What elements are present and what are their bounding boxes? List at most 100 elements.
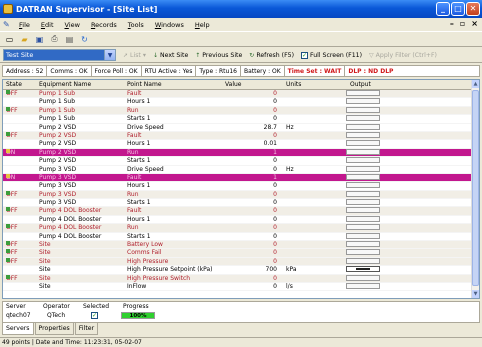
table-row[interactable]: OFF Pump 4 DOL Booster Run 0 xyxy=(3,224,472,233)
server-panel: Server Operator Selected Progress qtech0… xyxy=(2,301,480,323)
table-row[interactable]: Pump 1 Sub Hours 1 0 xyxy=(3,98,472,107)
save-icon[interactable]: ▣ xyxy=(33,33,46,46)
output-cell[interactable] xyxy=(346,106,380,113)
output-cell[interactable] xyxy=(346,98,380,105)
table-row[interactable]: OFF Site Battery Low 0 xyxy=(3,241,472,250)
print-icon[interactable]: ⎙ xyxy=(48,33,61,46)
output-cell[interactable] xyxy=(346,165,380,172)
refresh-button[interactable]: ↻ Refresh (F5) xyxy=(249,52,294,59)
output-cell[interactable] xyxy=(346,148,380,155)
table-row[interactable]: Site InFlow l/s 0 xyxy=(3,282,472,292)
next-site-button[interactable]: ↓ Next Site xyxy=(153,52,188,59)
output-cell[interactable] xyxy=(346,115,380,122)
mdi-close-button[interactable]: × xyxy=(471,19,478,28)
col-equipment-name[interactable]: Equipment Name xyxy=(39,81,91,88)
vertical-scrollbar[interactable]: ▲ ▼ xyxy=(471,80,479,298)
menu-file[interactable]: File xyxy=(19,21,30,29)
output-cell[interactable] xyxy=(346,274,380,281)
print-preview-icon[interactable]: ▤ xyxy=(63,33,76,46)
table-row[interactable]: OFF Site Comms Fail 0 xyxy=(3,249,472,258)
table-row[interactable]: Pump 2 VSD Hours 1 0.01 xyxy=(3,140,472,149)
list-button[interactable]: ➚ List ▾ xyxy=(123,52,146,59)
col-value[interactable]: Value xyxy=(225,81,241,88)
tab-properties[interactable]: Properties xyxy=(34,323,74,335)
scroll-thumb[interactable] xyxy=(472,90,479,286)
close-button[interactable]: ✕ xyxy=(466,2,480,16)
status-bar: 49 points | Date and Time: 11:23:31, 05-… xyxy=(0,337,482,347)
full-screen-toggle[interactable]: ✓ Full Screen (F11) xyxy=(300,51,362,59)
tab-filter[interactable]: Filter xyxy=(74,323,99,335)
menu-view[interactable]: View xyxy=(65,21,80,29)
open-folder-icon[interactable]: ▰ xyxy=(18,33,31,46)
table-row[interactable]: OFF Pump 2 VSD Fault 0 xyxy=(3,131,472,141)
output-cell[interactable] xyxy=(346,224,380,231)
output-cell[interactable] xyxy=(346,173,380,180)
chevron-down-icon[interactable]: ▼ xyxy=(104,50,115,60)
scroll-down-icon[interactable]: ▼ xyxy=(472,290,479,298)
col-units[interactable]: Units xyxy=(286,81,301,88)
menu-help[interactable]: Help xyxy=(195,21,210,29)
scroll-up-icon[interactable]: ▲ xyxy=(472,80,479,88)
mdi-restore-button[interactable]: ▫ xyxy=(460,19,465,28)
output-cell[interactable] xyxy=(346,190,380,197)
state-indicator-icon xyxy=(6,224,10,229)
output-cell[interactable] xyxy=(346,207,380,214)
tab-servers[interactable]: Servers xyxy=(2,323,34,335)
output-cell[interactable] xyxy=(346,232,380,239)
table-row[interactable]: OFF Pump 3 VSD Run 0 xyxy=(3,190,472,200)
table-row[interactable]: Pump 4 DOL Booster Starts 1 0 xyxy=(3,232,472,242)
table-row[interactable]: OFF Site High Pressure Switch 0 xyxy=(3,274,472,283)
table-row[interactable]: Pump 2 VSD Drive Speed Hz 28.7 xyxy=(3,123,472,132)
checkbox-icon[interactable]: ✓ xyxy=(300,51,308,59)
output-cell[interactable] xyxy=(346,215,380,222)
output-cell[interactable] xyxy=(346,199,380,206)
table-row[interactable]: Site High Pressure Setpoint (kPa) kPa 700 xyxy=(3,266,472,275)
table-row[interactable]: OFF Site High Pressure 0 xyxy=(3,257,472,267)
selected-checkbox[interactable]: ✓ xyxy=(91,312,98,319)
output-cell[interactable] xyxy=(346,282,380,289)
minimize-button[interactable]: _ xyxy=(436,2,450,16)
output-cell[interactable] xyxy=(346,157,380,164)
table-row[interactable]: Pump 3 VSD Starts 1 0 xyxy=(3,199,472,208)
refresh-icon[interactable]: ↻ xyxy=(78,33,91,46)
new-icon[interactable]: ▭ xyxy=(3,33,16,46)
points-grid[interactable]: State Equipment Name Point Name Value Un… xyxy=(2,79,480,299)
table-row[interactable]: OFF Pump 1 Sub Fault 0 xyxy=(3,90,472,99)
table-row[interactable]: Pump 4 DOL Booster Hours 1 0 xyxy=(3,215,472,225)
output-cell[interactable] xyxy=(346,249,380,256)
table-row[interactable]: Pump 3 VSD Hours 1 0 xyxy=(3,182,472,191)
col-output[interactable]: Output xyxy=(350,81,371,88)
output-cell[interactable] xyxy=(346,131,380,138)
previous-site-button[interactable]: ↑ Previous Site xyxy=(195,52,242,59)
table-row[interactable]: Pump 1 Sub Starts 1 0 xyxy=(3,115,472,124)
output-cell[interactable] xyxy=(346,257,380,264)
output-cell[interactable] xyxy=(346,140,380,147)
comms-info: Comms : OK xyxy=(47,66,92,76)
setpoint-output-button[interactable] xyxy=(346,266,380,273)
table-row[interactable]: Pump 2 VSD Starts 1 0 xyxy=(3,157,472,166)
menu-records[interactable]: Records xyxy=(91,21,117,29)
col-state[interactable]: State xyxy=(6,81,22,88)
table-row[interactable]: ON Pump 2 VSD Run 1 xyxy=(3,148,472,158)
main-toolbar: ▭ ▰ ▣ ⎙ ▤ ↻ xyxy=(0,31,482,47)
apply-filter-button[interactable]: ▽ Apply Filter (Ctrl+F) xyxy=(369,52,437,59)
menu-tools[interactable]: Tools xyxy=(128,21,144,29)
table-row[interactable]: OFF Pump 4 DOL Booster Fault 0 xyxy=(3,207,472,216)
value-cell: 0 xyxy=(273,199,277,207)
site-dropdown[interactable]: Test Site ▼ xyxy=(3,49,116,61)
maximize-button[interactable]: □ xyxy=(451,2,465,16)
table-row[interactable]: ON Pump 3 VSD Fault 1 xyxy=(3,173,472,183)
menu-windows[interactable]: Windows xyxy=(155,21,184,29)
col-point-name[interactable]: Point Name xyxy=(127,81,162,88)
output-cell[interactable] xyxy=(346,182,380,189)
menu-edit[interactable]: Edit xyxy=(41,21,54,29)
title-bar[interactable]: DATRAN Supervisor - [Site List] _ □ ✕ xyxy=(0,0,482,18)
document-icon[interactable]: ✎ xyxy=(3,20,13,29)
output-cell[interactable] xyxy=(346,241,380,248)
server-value[interactable]: qtech07 xyxy=(6,312,31,319)
table-row[interactable]: Pump 3 VSD Drive Speed Hz 0 xyxy=(3,165,472,174)
output-cell[interactable] xyxy=(346,123,380,130)
output-cell[interactable] xyxy=(346,90,380,96)
mdi-minimize-button[interactable]: – xyxy=(450,19,454,28)
table-row[interactable]: OFF Pump 1 Sub Run 0 xyxy=(3,106,472,116)
